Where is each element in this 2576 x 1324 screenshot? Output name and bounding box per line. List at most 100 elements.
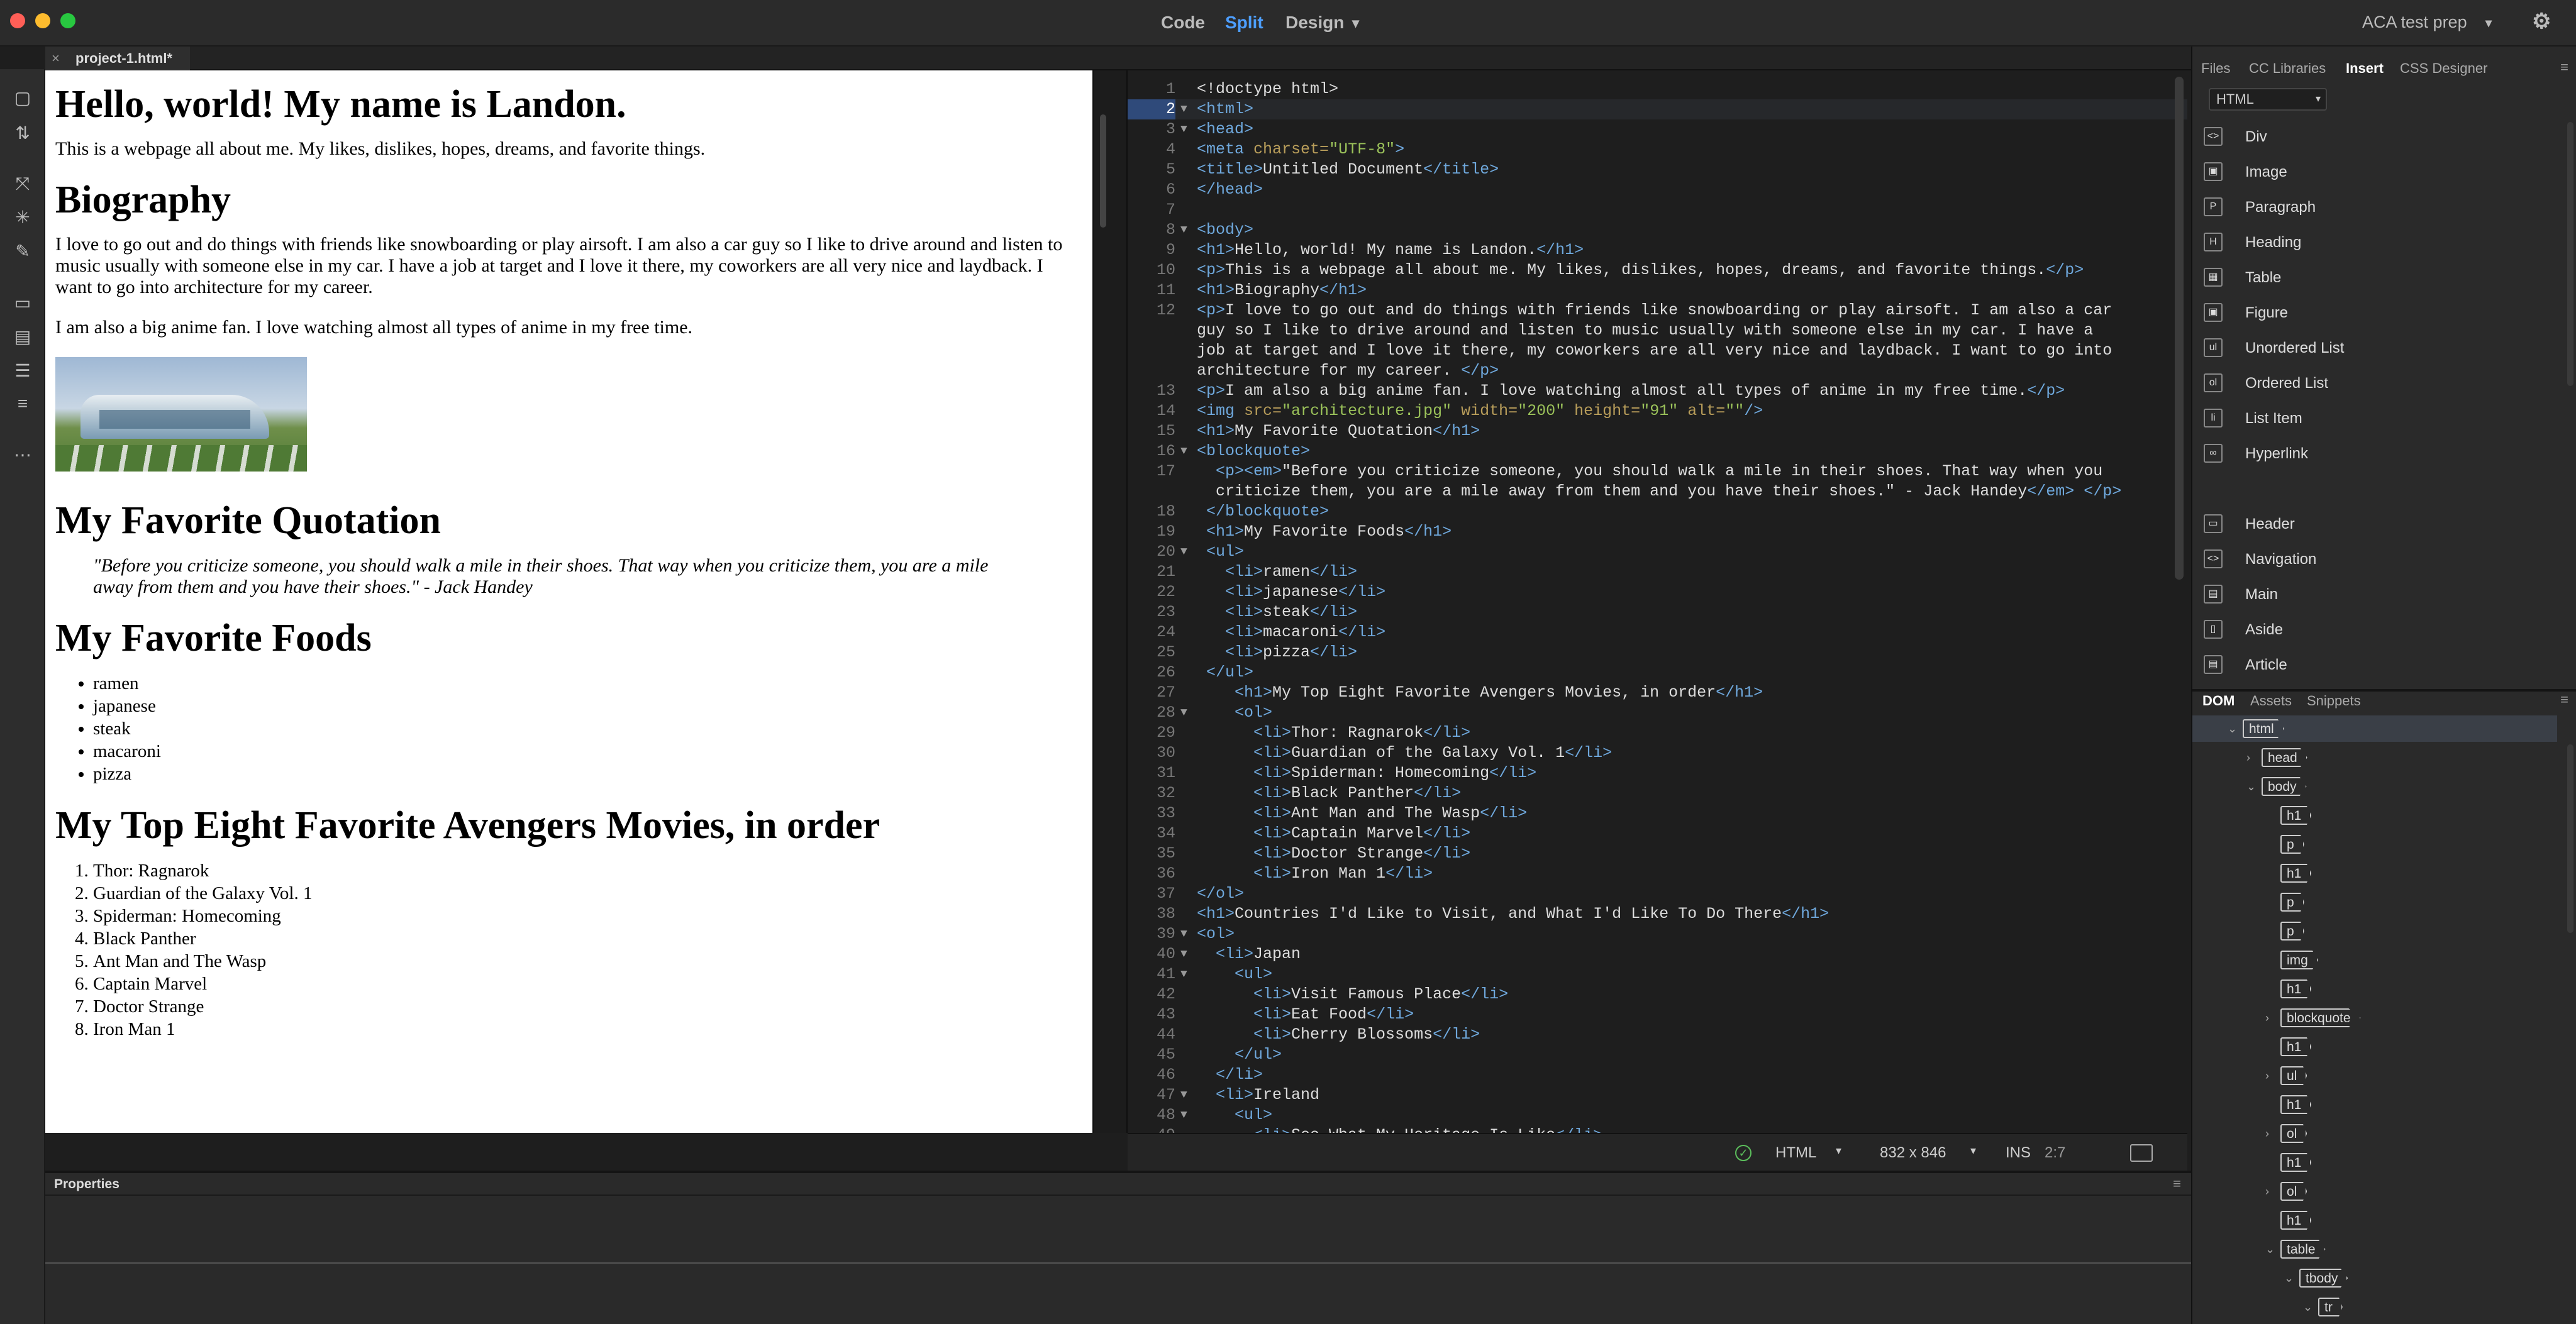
more-icon[interactable]: ⋯	[9, 441, 36, 469]
code-line[interactable]: 24 <li>macaroni</li>	[1128, 622, 2187, 643]
code-line[interactable]: 34 <li>Captain Marvel</li>	[1128, 824, 2187, 844]
chevron-down-icon[interactable]: ⌄	[2228, 719, 2237, 738]
dom-node-body[interactable]: ⌄ body	[2192, 777, 2557, 796]
code-line[interactable]: 38 <h1>Countries I'd Like to Visit, and W…	[1128, 904, 2187, 924]
tab-dom[interactable]: DOM	[2202, 693, 2235, 709]
menu-icon[interactable]: ≡	[2560, 692, 2568, 708]
code-line[interactable]: criticize them, you are a mile away from…	[1128, 482, 2187, 502]
window-zoom-button[interactable]	[60, 13, 75, 28]
dom-node-tr[interactable]: ⌄ tr	[2192, 1298, 2557, 1316]
code-line[interactable]: 1 <!doctype html>	[1128, 79, 2187, 99]
magic-icon[interactable]: ✳	[9, 204, 36, 231]
window-close-button[interactable]	[10, 13, 25, 28]
fold-icon[interactable]: ▼	[1180, 119, 1187, 140]
code-line[interactable]: 14 <img src="architecture.jpg" width="200…	[1128, 401, 2187, 421]
tab-insert[interactable]: Insert	[2346, 60, 2384, 77]
code-line[interactable]: 3 ▼ <head>	[1128, 119, 2187, 140]
code-line[interactable]: 26 </ul>	[1128, 663, 2187, 683]
window-size-select[interactable]: 832 x 846	[1880, 1144, 1946, 1162]
dom-node-h1[interactable]: h1	[2192, 1153, 2557, 1172]
tab-files[interactable]: Files	[2201, 60, 2230, 77]
chevron-right-icon[interactable]: ›	[2246, 748, 2250, 767]
code-line[interactable]: 36 <li>Iron Man 1</li>	[1128, 864, 2187, 884]
chevron-down-icon[interactable]: ⌄	[2303, 1298, 2312, 1316]
fold-icon[interactable]: ▼	[1180, 441, 1187, 461]
code-line[interactable]: 42 <li>Visit Famous Place</li>	[1128, 985, 2187, 1005]
dom-node-table[interactable]: ⌄ table	[2192, 1240, 2557, 1259]
code-line[interactable]: 22 <li>japanese</li>	[1128, 582, 2187, 602]
code-line[interactable]: guy so I like to drive around and listen…	[1128, 321, 2187, 341]
code-line[interactable]: 9 <h1>Hello, world! My name is Landon.</h…	[1128, 240, 2187, 260]
check-icon[interactable]: ✓	[1735, 1145, 1752, 1161]
window-minimize-button[interactable]	[35, 13, 50, 28]
insert-item-unordered-list[interactable]: ul Unordered List	[2204, 334, 2556, 362]
dom-node-ol[interactable]: › ol	[2192, 1124, 2557, 1143]
dom-node-ol[interactable]: › ol	[2192, 1182, 2557, 1201]
chevron-down-icon[interactable]: ▾	[1352, 15, 1359, 31]
document-tab[interactable]: × project-1.html*	[45, 47, 190, 70]
code-line[interactable]: 23 <li>steak</li>	[1128, 602, 2187, 622]
file-transfer-icon[interactable]: ⇅	[9, 119, 36, 147]
menu-icon[interactable]: ≡	[2173, 1176, 2181, 1192]
brush-icon[interactable]: ✎	[9, 238, 36, 265]
chevron-down-icon[interactable]: ▾	[1970, 1144, 1976, 1157]
scrollbar[interactable]	[2567, 744, 2573, 933]
fold-icon[interactable]: ▼	[1180, 703, 1187, 723]
code-line[interactable]: 10 <p>This is a webpage all about me. My …	[1128, 260, 2187, 280]
chevron-down-icon[interactable]: ▾	[2485, 15, 2492, 31]
dom-node-h1[interactable]: h1	[2192, 1211, 2557, 1230]
insert-item-aside[interactable]: ▯ Aside	[2204, 616, 2556, 644]
chevron-down-icon[interactable]: ⌄	[2246, 777, 2256, 796]
code-line[interactable]: 6 </head>	[1128, 180, 2187, 200]
code-line[interactable]: 28 ▼ <ol>	[1128, 703, 2187, 723]
insert-item-heading[interactable]: H Heading	[2204, 229, 2556, 257]
code-line[interactable]: 46 </li>	[1128, 1065, 2187, 1085]
code-line[interactable]: 18 </blockquote>	[1128, 502, 2187, 522]
code-editor[interactable]: 1 <!doctype html> 2 ▼ <html> 3 ▼ <head> 4 <meta c…	[1128, 70, 2187, 1133]
code-line[interactable]: architecture for my career. </p>	[1128, 361, 2187, 381]
code-line[interactable]: 40 ▼ <li>Japan	[1128, 944, 2187, 964]
code-line[interactable]: 8 ▼ <body>	[1128, 220, 2187, 240]
dom-node-p[interactable]: p	[2192, 922, 2557, 941]
menu-icon[interactable]: ≡	[2560, 59, 2568, 75]
dom-node-head[interactable]: › head	[2192, 748, 2557, 767]
insert-item-image[interactable]: ▣ Image	[2204, 158, 2556, 186]
code-line[interactable]: 16 ▼ <blockquote>	[1128, 441, 2187, 461]
code-line[interactable]: 41 ▼ <ul>	[1128, 964, 2187, 985]
design-view-button[interactable]: Design	[1285, 13, 1344, 33]
code-line[interactable]: 25 <li>pizza</li>	[1128, 643, 2187, 663]
fold-icon[interactable]: ▼	[1180, 1105, 1187, 1125]
code-line[interactable]: 7	[1128, 200, 2187, 220]
chevron-right-icon[interactable]: ›	[2265, 1008, 2269, 1027]
code-line[interactable]: 32 <li>Black Panther</li>	[1128, 783, 2187, 803]
dom-node-p[interactable]: p	[2192, 835, 2557, 854]
tab-cc-libraries[interactable]: CC Libraries	[2249, 60, 2326, 77]
code-line[interactable]: job at target and I love it there, my co…	[1128, 341, 2187, 361]
dom-node-h1[interactable]: h1	[2192, 1095, 2557, 1114]
code-line[interactable]: 39 ▼ <ol>	[1128, 924, 2187, 944]
chevron-right-icon[interactable]: ›	[2265, 1066, 2269, 1085]
workspace-switcher[interactable]: ACA test prep	[2362, 13, 2467, 32]
indent-icon[interactable]: ☰	[9, 357, 36, 385]
insert-mode-indicator[interactable]: INS	[2006, 1144, 2031, 1162]
tab-assets[interactable]: Assets	[2250, 693, 2292, 709]
preview-icon[interactable]	[2130, 1144, 2153, 1162]
insert-item-paragraph[interactable]: P Paragraph	[2204, 194, 2556, 221]
file-icon[interactable]: ▢	[9, 84, 36, 112]
code-line[interactable]: 44 <li>Cherry Blossoms</li>	[1128, 1025, 2187, 1045]
code-line[interactable]: 27 <h1>My Top Eight Favorite Avengers Mo…	[1128, 683, 2187, 703]
insert-item-header[interactable]: ▭ Header	[2204, 510, 2556, 538]
fold-icon[interactable]: ▼	[1180, 542, 1187, 562]
code-line[interactable]: 2 ▼ <html>	[1128, 99, 2187, 119]
code-line[interactable]: 35 <li>Doctor Strange</li>	[1128, 844, 2187, 864]
format-icon[interactable]: ≡	[9, 390, 36, 417]
insert-item-article[interactable]: ▤ Article	[2204, 651, 2556, 679]
code-line[interactable]: 31 <li>Spiderman: Homecoming</li>	[1128, 763, 2187, 783]
insert-item-navigation[interactable]: <> Navigation	[2204, 546, 2556, 573]
insert-item-figure[interactable]: ▣ Figure	[2204, 299, 2556, 327]
insert-item-div[interactable]: <> Div	[2204, 123, 2556, 151]
dom-node-h1[interactable]: h1	[2192, 806, 2557, 825]
code-line[interactable]: 43 <li>Eat Food</li>	[1128, 1005, 2187, 1025]
dom-node-ul[interactable]: › ul	[2192, 1066, 2557, 1085]
code-line[interactable]: 13 <p>I am also a big anime fan. I love w…	[1128, 381, 2187, 401]
